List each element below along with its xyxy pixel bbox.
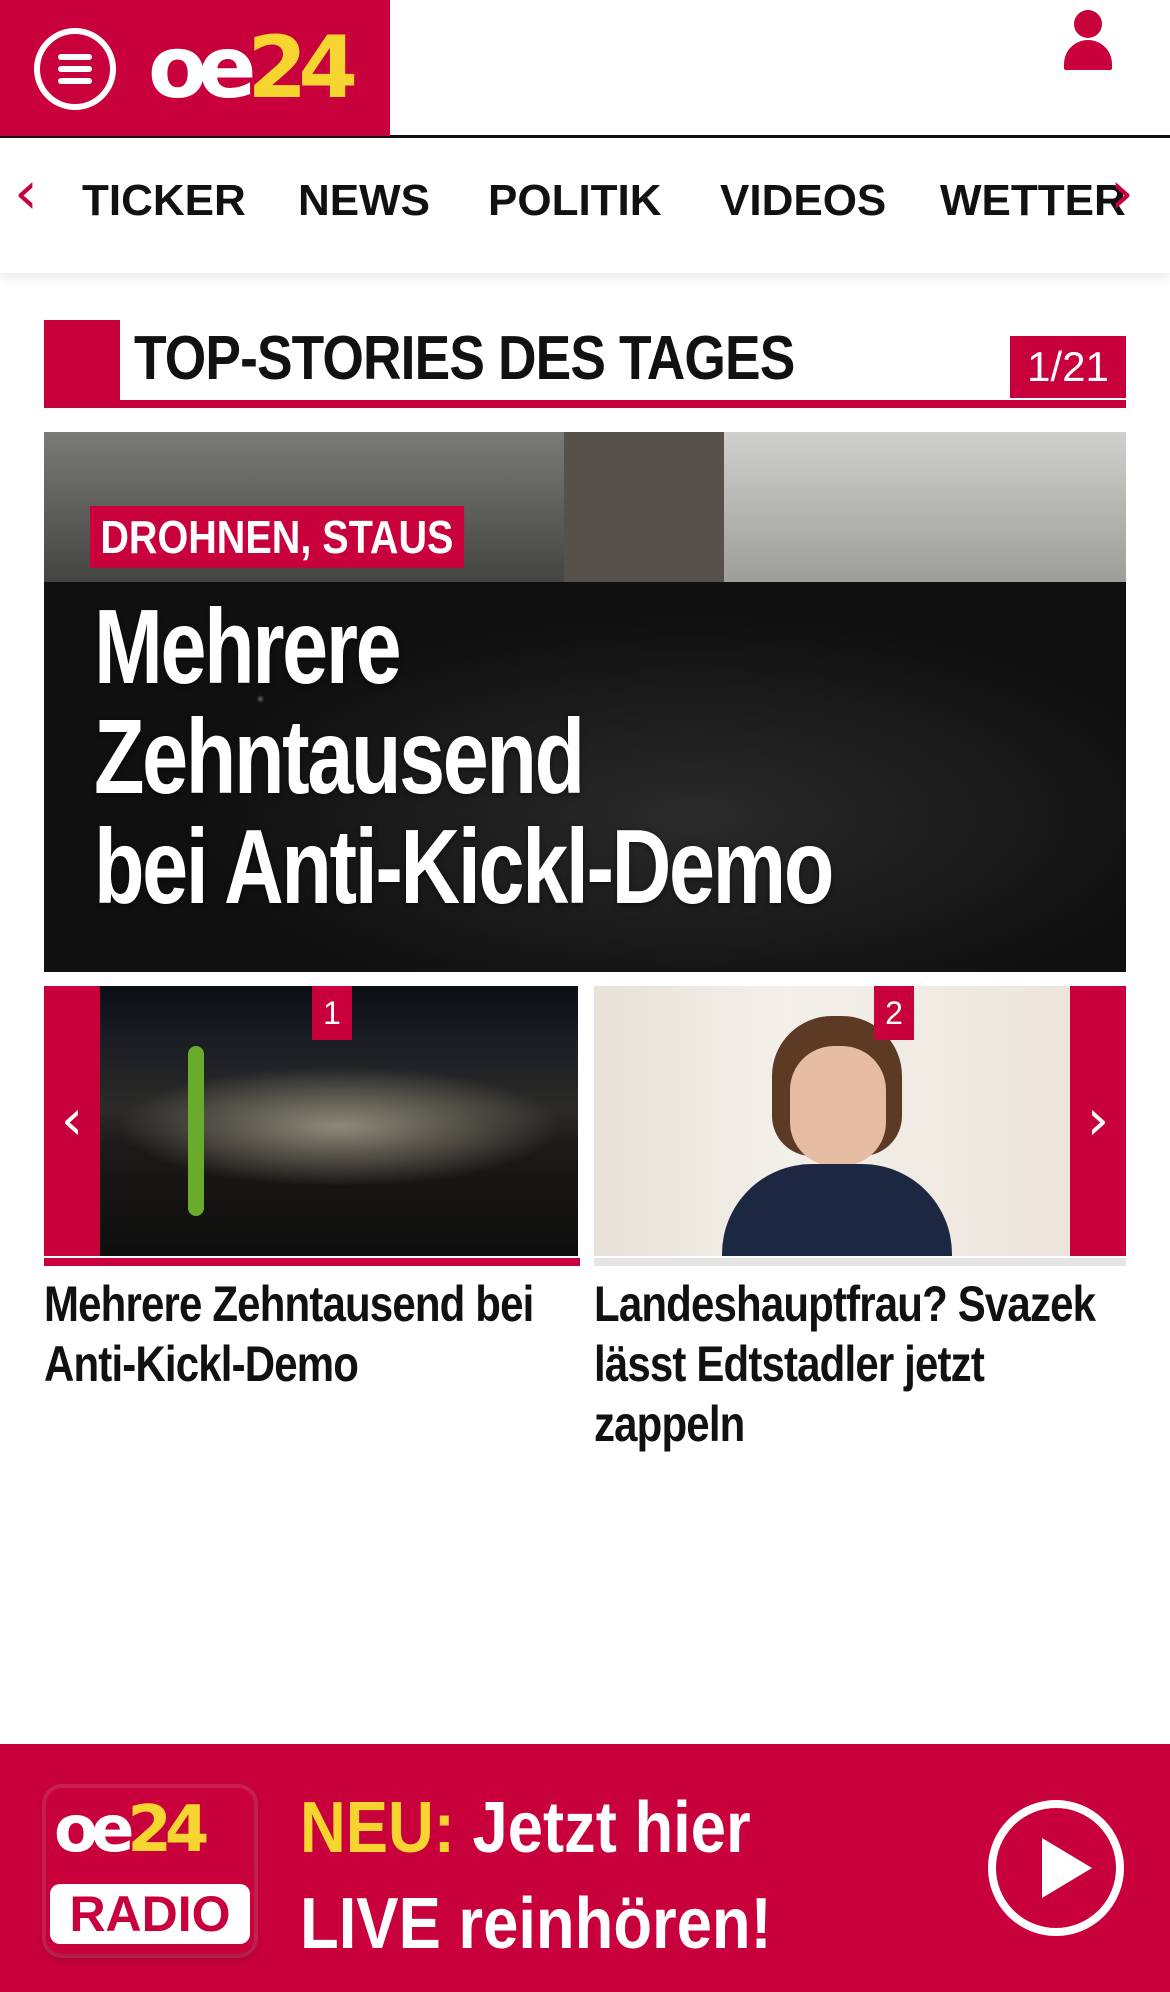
thumbnail-number-badge: 1: [312, 986, 352, 1040]
nav-item-ticker[interactable]: TICKER: [82, 177, 246, 225]
oe24-logo[interactable]: oe24: [148, 18, 358, 118]
nav-item-wetter[interactable]: WETTER: [940, 177, 1126, 225]
nav-item-politik[interactable]: POLITIK: [488, 177, 662, 225]
hero-image-building: [564, 432, 724, 582]
story-active-indicator: [44, 1258, 580, 1266]
nav-item-news[interactable]: NEWS: [298, 177, 430, 225]
hero-headline-line: Mehrere: [94, 588, 402, 706]
story-title-2[interactable]: Landeshauptfrau? Svazek lässt Edtstadler…: [594, 1274, 1132, 1454]
oe24-radio-logo: oe24 RADIO: [46, 1788, 254, 1954]
radio-line-1: Jetzt hier: [454, 1788, 751, 1868]
hero-headline-line: Zehntausend: [94, 698, 585, 816]
nav-item-videos[interactable]: VIDEOS: [720, 177, 886, 225]
story-counter: 1/21: [1010, 336, 1126, 398]
story-carousel: ‹ 1 2 ›: [44, 986, 1126, 1256]
top-stories-header: TOP-STORIES DES TAGES 1/21: [44, 320, 1126, 408]
section-accent: [44, 320, 120, 408]
carousel-prev-arrow-icon[interactable]: ‹: [44, 986, 100, 1256]
logo-area: oe24: [0, 0, 390, 136]
radio-line-2: LIVE reinhören!: [300, 1884, 772, 1964]
hero-headline-line: bei Anti-Kickl-Demo: [94, 808, 834, 926]
play-icon[interactable]: [988, 1800, 1124, 1936]
hero-story[interactable]: DROHNEN, STAUS Mehrere Zehntausend bei A…: [44, 432, 1126, 972]
radio-new-label: NEU:: [300, 1788, 455, 1868]
nav-next-arrow-icon[interactable]: ›: [1110, 163, 1134, 223]
site-header: oe24: [0, 0, 1170, 138]
hero-headline: Mehrere Zehntausend bei Anti-Kickl-Demo: [94, 592, 858, 922]
radio-banner[interactable]: oe24 RADIO NEU: Jetzt hier LIVE reinhöre…: [0, 1744, 1170, 1992]
story-indicator: [594, 1258, 1126, 1266]
category-nav: ‹ TICKER NEWS POLITIK VIDEOS WETTER ›: [0, 141, 1170, 273]
hamburger-menu-icon[interactable]: [34, 28, 116, 110]
hero-image-building: [724, 432, 1126, 582]
user-account-icon[interactable]: [1062, 10, 1114, 72]
story-title-1[interactable]: Mehrere Zehntausend bei Anti-Kickl-Demo: [44, 1274, 573, 1394]
radio-promo-text: NEU: Jetzt hier LIVE reinhören!: [300, 1780, 863, 1972]
thumbnail-number-badge: 2: [874, 986, 914, 1040]
story-thumbnail-2[interactable]: [594, 986, 1070, 1256]
carousel-next-arrow-icon[interactable]: ›: [1070, 986, 1126, 1256]
hero-kicker: DROHNEN, STAUS: [90, 506, 464, 568]
nav-prev-arrow-icon[interactable]: ‹: [14, 163, 38, 223]
section-title: TOP-STORIES DES TAGES: [134, 324, 795, 393]
radio-logo-label: RADIO: [50, 1884, 250, 1944]
section-underline: [44, 400, 1126, 408]
